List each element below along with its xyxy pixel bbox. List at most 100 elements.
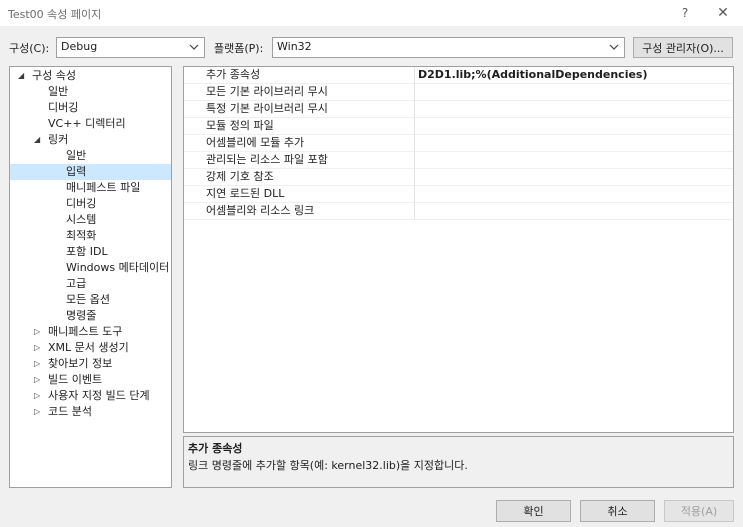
tree-item-label: 매니페스트 도구 <box>48 325 123 338</box>
config-value: Debug <box>61 40 98 53</box>
tree-item-linker-debugging[interactable]: 디버깅 <box>10 196 171 212</box>
grid-row-ignore-all-default-libs[interactable]: 모든 기본 라이브러리 무시 <box>184 84 733 101</box>
description-title: 추가 종속성 <box>188 442 243 455</box>
property-name: 추가 종속성 <box>184 67 415 84</box>
chevron-down-icon <box>609 44 619 50</box>
tree-item-custom-build-step[interactable]: ▷ 사용자 지정 빌드 단계 <box>10 388 171 404</box>
property-name: 어셈블리와 리소스 링크 <box>184 203 415 220</box>
property-value[interactable] <box>415 101 733 118</box>
tree-item-label: 빌드 이벤트 <box>48 373 103 386</box>
title-bar: Test00 속성 페이지 ? ✕ <box>0 0 743 26</box>
property-name: 관리되는 리소스 파일 포함 <box>184 152 415 169</box>
description-panel: 추가 종속성 링크 명령줄에 추가할 항목(예: kernel32.lib)을 … <box>183 436 734 488</box>
cancel-button[interactable]: 취소 <box>580 500 655 522</box>
tree-item-config-properties[interactable]: ◢ 구성 속성 <box>10 68 171 84</box>
tree-item-system[interactable]: 시스템 <box>10 212 171 228</box>
property-tree[interactable]: ◢ 구성 속성 일반 디버깅 VC++ 디렉터리 ◢ 링커 일반 입력 매니페스… <box>9 66 172 488</box>
tree-item-optimization[interactable]: 최적화 <box>10 228 171 244</box>
tree-item-label: VC++ 디렉터리 <box>48 117 126 130</box>
tree-item-all-options[interactable]: 모든 옵션 <box>10 292 171 308</box>
config-dropdown[interactable]: Debug <box>56 37 205 58</box>
config-manager-button[interactable]: 구성 관리자(O)... <box>633 37 733 58</box>
property-value[interactable] <box>415 152 733 169</box>
tree-item-command-line[interactable]: 명령줄 <box>10 308 171 324</box>
tree-item-linker-input[interactable]: 입력 <box>10 164 171 180</box>
tree-item-linker-general[interactable]: 일반 <box>10 148 171 164</box>
tree-item-label: 최적화 <box>66 229 97 242</box>
platform-value: Win32 <box>277 40 312 53</box>
grid-row-module-definition-file[interactable]: 모듈 정의 파일 <box>184 118 733 135</box>
collapsed-icon[interactable]: ▷ <box>34 388 44 404</box>
tree-item-label: 포함 IDL <box>66 245 108 258</box>
grid-row-add-module-to-assembly[interactable]: 어셈블리에 모듈 추가 <box>184 135 733 152</box>
help-button[interactable]: ? <box>668 2 702 24</box>
property-value[interactable]: D2D1.lib;%(AdditionalDependencies) <box>415 67 733 84</box>
close-button[interactable]: ✕ <box>706 2 740 24</box>
tree-item-windows-metadata[interactable]: Windows 메타데이터 <box>10 260 171 276</box>
tree-item-general[interactable]: 일반 <box>10 84 171 100</box>
property-value[interactable] <box>415 84 733 101</box>
grid-row-ignore-specific-default-libs[interactable]: 특정 기본 라이브러리 무시 <box>184 101 733 118</box>
platform-dropdown[interactable]: Win32 <box>272 37 625 58</box>
grid-row-additional-dependencies[interactable]: 추가 종속성 D2D1.lib;%(AdditionalDependencies… <box>184 67 733 84</box>
property-name: 어셈블리에 모듈 추가 <box>184 135 415 152</box>
property-value[interactable] <box>415 203 733 220</box>
property-value[interactable] <box>415 118 733 135</box>
tree-item-label: 링커 <box>48 133 69 146</box>
tree-item-xml-doc-generator[interactable]: ▷ XML 문서 생성기 <box>10 340 171 356</box>
tree-item-label: Windows 메타데이터 <box>66 261 170 274</box>
property-value[interactable] <box>415 169 733 186</box>
tree-item-browse-info[interactable]: ▷ 찾아보기 정보 <box>10 356 171 372</box>
chevron-down-icon <box>189 44 199 50</box>
tree-item-manifest-tool[interactable]: ▷ 매니페스트 도구 <box>10 324 171 340</box>
property-value[interactable] <box>415 186 733 203</box>
collapsed-icon[interactable]: ▷ <box>34 356 44 372</box>
property-name: 지연 로드된 DLL <box>184 186 415 203</box>
platform-label: 플랫폼(P): <box>214 42 264 55</box>
ok-button[interactable]: 확인 <box>496 500 571 522</box>
config-label: 구성(C): <box>9 42 50 55</box>
apply-button[interactable]: 적용(A) <box>664 500 734 522</box>
tree-item-vc-directories[interactable]: VC++ 디렉터리 <box>10 116 171 132</box>
tree-item-label: 시스템 <box>66 213 97 226</box>
tree-item-label: 사용자 지정 빌드 단계 <box>48 389 150 402</box>
property-name: 모든 기본 라이브러리 무시 <box>184 84 415 101</box>
tree-item-manifest-file[interactable]: 매니페스트 파일 <box>10 180 171 196</box>
description-text: 링크 명령줄에 추가할 항목(예: kernel32.lib)을 지정합니다. <box>188 459 468 472</box>
tree-item-label: 구성 속성 <box>32 69 76 82</box>
grid-row-force-symbol-references[interactable]: 강제 기호 참조 <box>184 169 733 186</box>
tree-item-label: 고급 <box>66 277 87 290</box>
grid-row-delay-loaded-dlls[interactable]: 지연 로드된 DLL <box>184 186 733 203</box>
tree-item-label: 디버깅 <box>66 197 97 210</box>
property-name: 강제 기호 참조 <box>184 169 415 186</box>
tree-item-label: 매니페스트 파일 <box>66 181 141 194</box>
tree-item-label: 입력 <box>66 165 87 178</box>
tree-item-label: 일반 <box>66 149 87 162</box>
tree-item-label: 명령줄 <box>66 309 97 322</box>
tree-item-label: 모든 옵션 <box>66 293 110 306</box>
grid-row-assembly-link-resource[interactable]: 어셈블리와 리소스 링크 <box>184 203 733 220</box>
collapsed-icon[interactable]: ▷ <box>34 404 44 420</box>
tree-item-label: XML 문서 생성기 <box>48 341 129 354</box>
tree-item-label: 디버깅 <box>48 101 79 114</box>
tree-item-label: 코드 분석 <box>48 405 92 418</box>
property-value[interactable] <box>415 135 733 152</box>
grid-row-embed-managed-resource[interactable]: 관리되는 리소스 파일 포함 <box>184 152 733 169</box>
collapsed-icon[interactable]: ▷ <box>34 324 44 340</box>
tree-item-debugging[interactable]: 디버깅 <box>10 100 171 116</box>
collapsed-icon[interactable]: ▷ <box>34 340 44 356</box>
tree-item-advanced[interactable]: 고급 <box>10 276 171 292</box>
tree-item-embedded-idl[interactable]: 포함 IDL <box>10 244 171 260</box>
property-grid: 추가 종속성 D2D1.lib;%(AdditionalDependencies… <box>183 66 734 433</box>
property-name: 특정 기본 라이브러리 무시 <box>184 101 415 118</box>
tree-item-label: 찾아보기 정보 <box>48 357 113 370</box>
expanded-icon[interactable]: ◢ <box>34 132 44 148</box>
tree-item-code-analysis[interactable]: ▷ 코드 분석 <box>10 404 171 420</box>
expanded-icon[interactable]: ◢ <box>18 68 28 84</box>
tree-item-label: 일반 <box>48 85 69 98</box>
window-title: Test00 속성 페이지 <box>8 8 102 21</box>
collapsed-icon[interactable]: ▷ <box>34 372 44 388</box>
tree-item-build-events[interactable]: ▷ 빌드 이벤트 <box>10 372 171 388</box>
property-name: 모듈 정의 파일 <box>184 118 415 135</box>
tree-item-linker[interactable]: ◢ 링커 <box>10 132 171 148</box>
